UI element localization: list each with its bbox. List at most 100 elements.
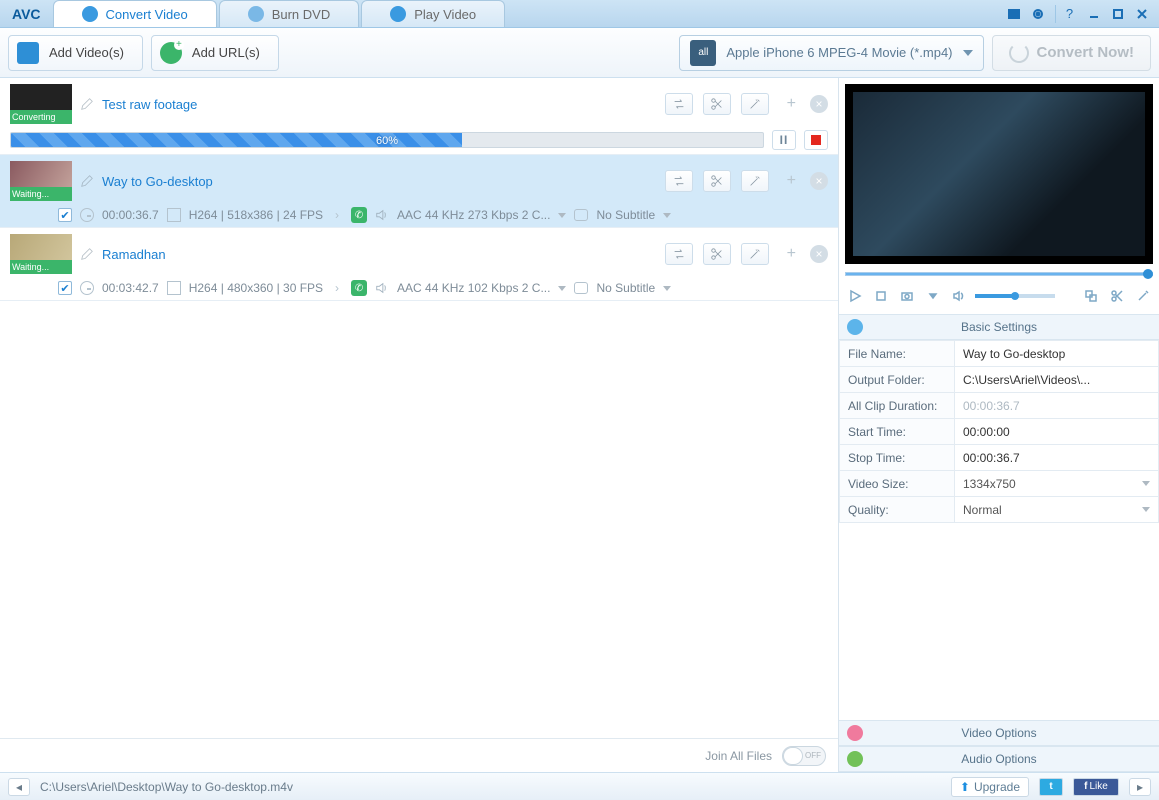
output-format-selector[interactable]: all Apple iPhone 6 MPEG-4 Movie (*.mp4) (679, 35, 983, 71)
stop-button[interactable] (871, 287, 891, 305)
item-title[interactable]: Test raw footage (102, 97, 197, 112)
pause-button[interactable]: II (772, 130, 796, 150)
swap-icon[interactable] (665, 93, 693, 115)
status-badge: Waiting... (10, 260, 72, 274)
swap-icon[interactable] (665, 243, 693, 265)
remove-icon[interactable]: × (810, 95, 828, 113)
audio-dropdown[interactable]: AAC 44 KHz 273 Kbps 2 C... (397, 208, 566, 222)
tab-convert-video[interactable]: Convert Video (53, 0, 217, 27)
conversion-list-pane: Converting Test raw footage + × 60% (0, 78, 839, 772)
swap-icon[interactable] (665, 170, 693, 192)
main-tabs: Convert Video Burn DVD Play Video (53, 0, 508, 27)
volume-button[interactable] (949, 287, 969, 305)
crop-button[interactable] (1081, 287, 1101, 305)
start-time-field[interactable]: 00:00:00 (955, 419, 1159, 445)
caret-icon: › (331, 281, 343, 295)
checkbox[interactable]: ✔ (58, 281, 72, 295)
refresh-icon (1009, 43, 1029, 63)
convert-now-button[interactable]: Convert Now! (992, 35, 1152, 71)
upgrade-button[interactable]: ⬆Upgrade (951, 777, 1029, 797)
chevron-down-icon (1142, 507, 1150, 512)
video-options-header[interactable]: Video Options (839, 720, 1159, 746)
snapshot-dropdown[interactable] (923, 287, 943, 305)
chevron-down-icon (1142, 481, 1150, 486)
title-bar: AVC Convert Video Burn DVD Play Video ? (0, 0, 1159, 28)
globe-plus-icon (160, 42, 182, 64)
prev-button[interactable]: ◂ (8, 778, 30, 796)
twitter-button[interactable]: t (1039, 778, 1063, 796)
stop-time-field[interactable]: 00:00:36.7 (955, 445, 1159, 471)
label-stop-time: Stop Time: (840, 445, 955, 471)
basic-settings-header[interactable]: Basic Settings (839, 314, 1159, 340)
next-button[interactable]: ▸ (1129, 778, 1151, 796)
duration: 00:00:36.7 (102, 208, 159, 222)
play-button[interactable] (845, 287, 865, 305)
gear-icon (847, 319, 863, 335)
add-icon[interactable]: + (787, 95, 796, 113)
film-icon (167, 281, 181, 295)
label-file-name: File Name: (840, 341, 955, 367)
film-icon (167, 208, 181, 222)
caret-icon: › (331, 208, 343, 222)
magic-wand-icon[interactable] (741, 243, 769, 265)
add-urls-button[interactable]: Add URL(s) (151, 35, 279, 71)
scissors-icon[interactable] (703, 93, 731, 115)
subtitle-icon (574, 209, 588, 221)
list-item[interactable]: Waiting... Ramadhan + × ✔ 00:03:42.7 (0, 228, 838, 301)
items-list: Converting Test raw footage + × 60% (0, 78, 838, 738)
tab-label: Burn DVD (272, 7, 331, 22)
add-videos-button[interactable]: Add Video(s) (8, 35, 143, 71)
output-folder-field[interactable]: C:\Users\Ariel\Videos\... (955, 367, 1159, 393)
video-thumbnail[interactable]: Waiting... (10, 234, 72, 274)
edit-icon[interactable] (80, 247, 94, 261)
audio-options-header[interactable]: Audio Options (839, 746, 1159, 772)
remove-icon[interactable]: × (810, 245, 828, 263)
audio-dropdown[interactable]: AAC 44 KHz 102 Kbps 2 C... (397, 281, 566, 295)
maximize-button[interactable] (1107, 5, 1129, 23)
menu-icon[interactable] (1003, 5, 1025, 23)
settings-table: File Name: Way to Go-desktop Output Fold… (839, 340, 1159, 523)
video-thumbnail[interactable]: Waiting... (10, 161, 72, 201)
video-size-select[interactable]: 1334x750 (955, 471, 1159, 497)
trim-button[interactable] (1107, 287, 1127, 305)
help-button[interactable]: ? (1055, 5, 1077, 23)
add-icon[interactable]: + (787, 172, 796, 190)
list-footer: Join All Files OFF (0, 738, 838, 772)
tab-burn-dvd[interactable]: Burn DVD (219, 0, 360, 27)
magic-wand-icon[interactable] (741, 93, 769, 115)
quality-select[interactable]: Normal (955, 497, 1159, 523)
snapshot-button[interactable] (897, 287, 917, 305)
output-path: C:\Users\Ariel\Desktop\Way to Go-desktop… (40, 780, 293, 794)
magic-wand-icon[interactable] (741, 170, 769, 192)
minimize-button[interactable] (1083, 5, 1105, 23)
edit-icon[interactable] (80, 97, 94, 111)
subtitle-dropdown[interactable]: No Subtitle (596, 281, 671, 295)
item-title[interactable]: Ramadhan (102, 247, 166, 262)
video-spec: H264 | 518x386 | 24 FPS (189, 208, 323, 222)
effects-button[interactable] (1133, 287, 1153, 305)
stop-button[interactable] (804, 130, 828, 150)
video-preview[interactable] (845, 84, 1153, 264)
clock-icon (80, 208, 94, 222)
checkbox[interactable]: ✔ (58, 208, 72, 222)
label-quality: Quality: (840, 497, 955, 523)
facebook-like-button[interactable]: f Like (1073, 778, 1119, 796)
phone-icon: ✆ (351, 280, 367, 296)
settings-icon[interactable] (1027, 5, 1049, 23)
player-controls (845, 282, 1153, 310)
seek-bar[interactable] (845, 270, 1153, 278)
tab-play-video[interactable]: Play Video (361, 0, 505, 27)
video-thumbnail[interactable]: Converting (10, 84, 72, 124)
add-icon[interactable]: + (787, 245, 796, 263)
item-title[interactable]: Way to Go-desktop (102, 174, 213, 189)
list-item[interactable]: Waiting... Way to Go-desktop + × ✔ 00:00… (0, 155, 838, 228)
join-toggle[interactable]: OFF (782, 746, 826, 766)
file-name-field[interactable]: Way to Go-desktop (955, 341, 1159, 367)
close-button[interactable] (1131, 5, 1153, 23)
scissors-icon[interactable] (703, 243, 731, 265)
remove-icon[interactable]: × (810, 172, 828, 190)
subtitle-dropdown[interactable]: No Subtitle (596, 208, 671, 222)
scissors-icon[interactable] (703, 170, 731, 192)
volume-slider[interactable] (975, 294, 1055, 298)
edit-icon[interactable] (80, 174, 94, 188)
